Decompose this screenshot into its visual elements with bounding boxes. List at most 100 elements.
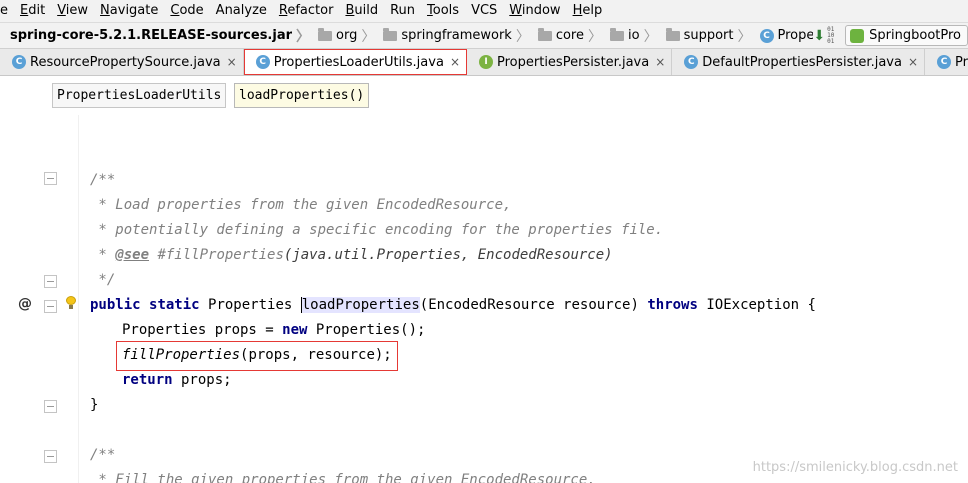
menu-help-mnemonic: H	[572, 3, 583, 18]
class-icon: C	[12, 55, 26, 69]
javadoc-text: * Load properties from the given Encoded…	[90, 197, 512, 213]
structure-crumb-method[interactable]: loadProperties()	[234, 83, 370, 108]
override-marker-icon[interactable]: @	[18, 296, 32, 312]
navigation-bar: spring-core-5.2.1.RELEASE-sources.jar 〉 …	[0, 22, 968, 49]
javadoc-see-ref[interactable]: #fillProperties	[149, 247, 283, 263]
fold-toggle-icon[interactable]	[44, 300, 57, 313]
code-line-method-signature: public static Properties loadProperties(…	[90, 293, 816, 318]
lightbulb-icon[interactable]	[66, 296, 76, 309]
close-icon[interactable]: ×	[450, 55, 460, 69]
close-icon[interactable]: ×	[655, 55, 665, 69]
menu-analyze[interactable]: Analyze	[210, 0, 273, 22]
menu-run[interactable]: Run	[384, 0, 421, 22]
breadcrumb-label: io	[628, 28, 640, 43]
fold-toggle-icon[interactable]	[44, 450, 57, 463]
menu-build[interactable]: Build	[339, 0, 384, 22]
code-text: props;	[172, 372, 232, 388]
run-configuration-select[interactable]: SpringbootPro	[845, 25, 968, 46]
menu-navigate[interactable]: Navigate	[94, 0, 164, 22]
breadcrumb-package-support[interactable]: support 〉	[664, 26, 758, 46]
tab-label: PropertiesPersister.java	[497, 54, 650, 70]
menu-refactor[interactable]: Refactor	[273, 0, 340, 22]
tab-resource-property-source[interactable]: C ResourcePropertySource.java ×	[0, 49, 244, 75]
tab-default-properties-persister[interactable]: C DefaultPropertiesPersister.java ×	[672, 49, 926, 75]
menu-refactor-label: efactor	[287, 3, 334, 18]
menu-tools[interactable]: Tools	[421, 0, 465, 22]
menu-file[interactable]: e	[0, 0, 14, 22]
return-type: Properties	[199, 297, 301, 313]
method-params: (EncodedResource resource)	[419, 297, 648, 313]
closing-brace: }	[90, 397, 99, 413]
breadcrumb-package-org[interactable]: org 〉	[316, 26, 381, 46]
menu-view[interactable]: View	[51, 0, 94, 22]
menu-help-label: elp	[582, 3, 603, 18]
breadcrumb-jar[interactable]: spring-core-5.2.1.RELEASE-sources.jar 〉	[0, 26, 316, 46]
tab-properties-persister[interactable]: I PropertiesPersister.java ×	[467, 49, 673, 75]
javadoc-see-args: (java.util.Properties, EncodedResource)	[283, 247, 613, 263]
menu-vcs-label: VCS	[471, 3, 498, 18]
menu-build-label: uild	[354, 3, 379, 18]
tab-properties[interactable]: C Properties.java ×	[925, 49, 968, 75]
tab-properties-loader-utils[interactable]: C PropertiesLoaderUtils.java ×	[243, 49, 467, 75]
run-configuration-label: SpringbootPro	[869, 28, 961, 43]
tab-label: PropertiesLoaderUtils.java	[273, 54, 444, 70]
keyword-static: static	[149, 297, 200, 313]
class-icon: C	[255, 55, 270, 69]
breadcrumb-label: springframework	[401, 28, 512, 43]
build-arrow-icon[interactable]: ⬇	[813, 28, 825, 44]
breadcrumb-separator-icon: 〉	[515, 28, 530, 45]
code-line: */	[90, 268, 115, 293]
menu-window[interactable]: Window	[503, 0, 566, 22]
breadcrumb-package-springframework[interactable]: springframework 〉	[381, 26, 535, 46]
menu-code[interactable]: Code	[164, 0, 209, 22]
menu-view-label: iew	[65, 3, 89, 18]
code-text: Properties props =	[122, 322, 283, 338]
breadcrumb-package-io[interactable]: io 〉	[608, 26, 664, 46]
class-icon: C	[684, 55, 699, 69]
keyword-public: public	[90, 297, 141, 313]
menu-run-label: Run	[390, 3, 416, 18]
spring-boot-icon	[850, 28, 865, 43]
keyword-return: return	[122, 372, 173, 388]
editor-tab-bar: C ResourcePropertySource.java × C Proper…	[0, 49, 968, 76]
folder-icon	[318, 27, 333, 41]
menu-bar: e Edit View Navigate Code Analyze Refact…	[0, 0, 968, 22]
close-icon[interactable]: ×	[227, 55, 237, 69]
menu-vcs[interactable]: VCS	[465, 0, 503, 22]
javadoc-open: /**	[90, 172, 116, 188]
close-icon[interactable]: ×	[908, 55, 918, 69]
binary-icon: 01 10 01	[827, 25, 835, 45]
tab-label: Properties.java	[955, 54, 968, 70]
interface-icon: I	[479, 55, 493, 69]
structure-crumb-class[interactable]: PropertiesLoaderUtils	[52, 83, 227, 108]
run-toolbar: ⬇ 01 10 01 SpringbootPro	[813, 23, 968, 48]
breadcrumb-separator-icon: 〉	[737, 28, 752, 45]
code-text: Properties();	[307, 322, 426, 338]
menu-code-label: ode	[179, 3, 204, 18]
breadcrumb-label: core	[555, 28, 584, 43]
annotation-highlight-box	[116, 341, 398, 371]
menu-edit[interactable]: Edit	[14, 0, 51, 22]
code-line: Properties props = new Properties();	[122, 318, 425, 343]
folder-icon	[383, 27, 398, 41]
breadcrumb-package-core[interactable]: core 〉	[536, 26, 608, 46]
tab-label: ResourcePropertySource.java	[30, 54, 221, 70]
fold-toggle-icon[interactable]	[44, 172, 57, 185]
code-line: * Load properties from the given Encoded…	[90, 193, 511, 218]
keyword-new: new	[282, 322, 308, 338]
menu-view-mnemonic: V	[57, 3, 66, 18]
code-editor[interactable]: @ /** * Load properties from the given E…	[0, 115, 968, 483]
code-line: * @see #fillProperties(java.util.Propert…	[90, 243, 613, 268]
keyword-throws: throws	[647, 297, 698, 313]
menu-navigate-label: avigate	[109, 3, 159, 18]
code-line: /**	[90, 443, 115, 468]
fold-toggle-icon[interactable]	[44, 400, 57, 413]
menu-tools-label: ools	[432, 3, 460, 18]
breadcrumb-separator-icon: 〉	[361, 28, 376, 45]
folder-icon	[537, 27, 552, 41]
menu-navigate-mnemonic: N	[100, 3, 110, 18]
fold-toggle-icon[interactable]	[44, 275, 57, 288]
method-name-loadproperties[interactable]: loadProperties	[300, 297, 420, 313]
class-icon: C	[937, 55, 952, 69]
menu-help[interactable]: Help	[567, 0, 609, 22]
